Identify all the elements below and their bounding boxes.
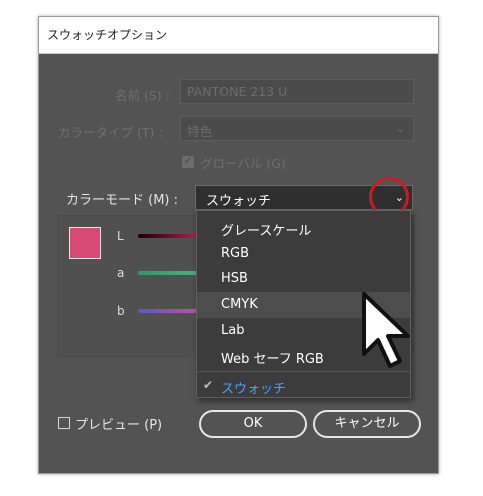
color-swatch-preview bbox=[69, 227, 101, 259]
global-checkbox[interactable]: ✔ bbox=[182, 156, 194, 168]
arrow-cursor-icon bbox=[362, 292, 410, 368]
menu-item-label: CMYK bbox=[221, 297, 258, 312]
name-field[interactable]: PANTONE 213 U bbox=[180, 79, 414, 104]
menu-item-hsb[interactable]: HSB bbox=[197, 266, 410, 292]
color-type-label: カラータイプ (T) : bbox=[58, 125, 163, 140]
menu-item-label: スウォッチ bbox=[221, 382, 287, 397]
menu-item-rgb[interactable]: RGB bbox=[197, 241, 410, 267]
color-type-select[interactable]: 特色 ⌄ bbox=[180, 116, 414, 141]
name-field-value: PANTONE 213 U bbox=[187, 84, 288, 99]
channel-label-a: a bbox=[117, 266, 125, 280]
title-bar: スウォッチオプション bbox=[39, 17, 438, 54]
channel-label-b: b bbox=[117, 304, 125, 318]
slider-track-l[interactable] bbox=[138, 234, 198, 238]
menu-item-label: グレースケール bbox=[221, 224, 312, 239]
color-mode-value: スウォッチ bbox=[206, 194, 272, 209]
menu-item-label: Web セーフ RGB bbox=[221, 352, 324, 367]
color-mode-label: カラーモード (M) : bbox=[66, 193, 179, 208]
preview-checkbox[interactable] bbox=[58, 417, 70, 429]
menu-item-grayscale[interactable]: グレースケール bbox=[197, 215, 410, 241]
menu-item-label: HSB bbox=[221, 271, 248, 286]
menu-item-label: Lab bbox=[221, 323, 245, 338]
dialog-title: スウォッチオプション bbox=[47, 28, 168, 42]
preview-label: プレビュー (P) bbox=[75, 418, 163, 433]
chevron-down-icon: ⌄ bbox=[395, 122, 405, 135]
slider-track-b[interactable] bbox=[138, 309, 198, 313]
cancel-button[interactable]: キャンセル bbox=[313, 410, 421, 438]
ok-button[interactable]: OK bbox=[199, 410, 307, 438]
name-label: 名前 (S) : bbox=[115, 88, 170, 103]
menu-item-label: RGB bbox=[221, 246, 250, 261]
swatch-options-dialog: スウォッチオプション 名前 (S) : PANTONE 213 U カラータイプ… bbox=[38, 16, 439, 474]
menu-item-swatch[interactable]: ✔ スウォッチ bbox=[197, 373, 410, 399]
color-type-value: 特色 bbox=[187, 124, 213, 139]
checkmark-icon: ✔ bbox=[203, 378, 214, 392]
channel-label-l: L bbox=[117, 229, 124, 243]
global-label: グローバル (G) bbox=[200, 156, 286, 171]
slider-track-a[interactable] bbox=[138, 271, 198, 275]
